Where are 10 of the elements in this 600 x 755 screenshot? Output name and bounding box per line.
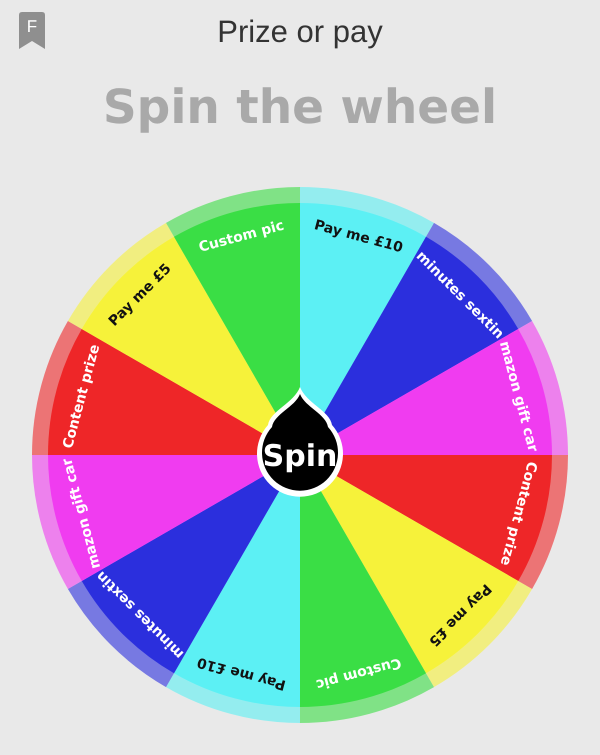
segment-label: mazon gift car (496, 339, 541, 454)
spin-button[interactable]: Spin (257, 387, 343, 497)
segment-label: Pay me £10 (195, 654, 288, 693)
segment-label: Custom pic (314, 654, 403, 692)
segment-label: Custom pic (197, 218, 286, 256)
app-title: Prize or pay (217, 14, 383, 50)
app-badge: F (19, 12, 45, 49)
segment-label: mazon gift car (59, 456, 104, 571)
segment-label: Pay me £10 (312, 217, 405, 256)
page-heading: Spin the wheel (102, 80, 498, 135)
